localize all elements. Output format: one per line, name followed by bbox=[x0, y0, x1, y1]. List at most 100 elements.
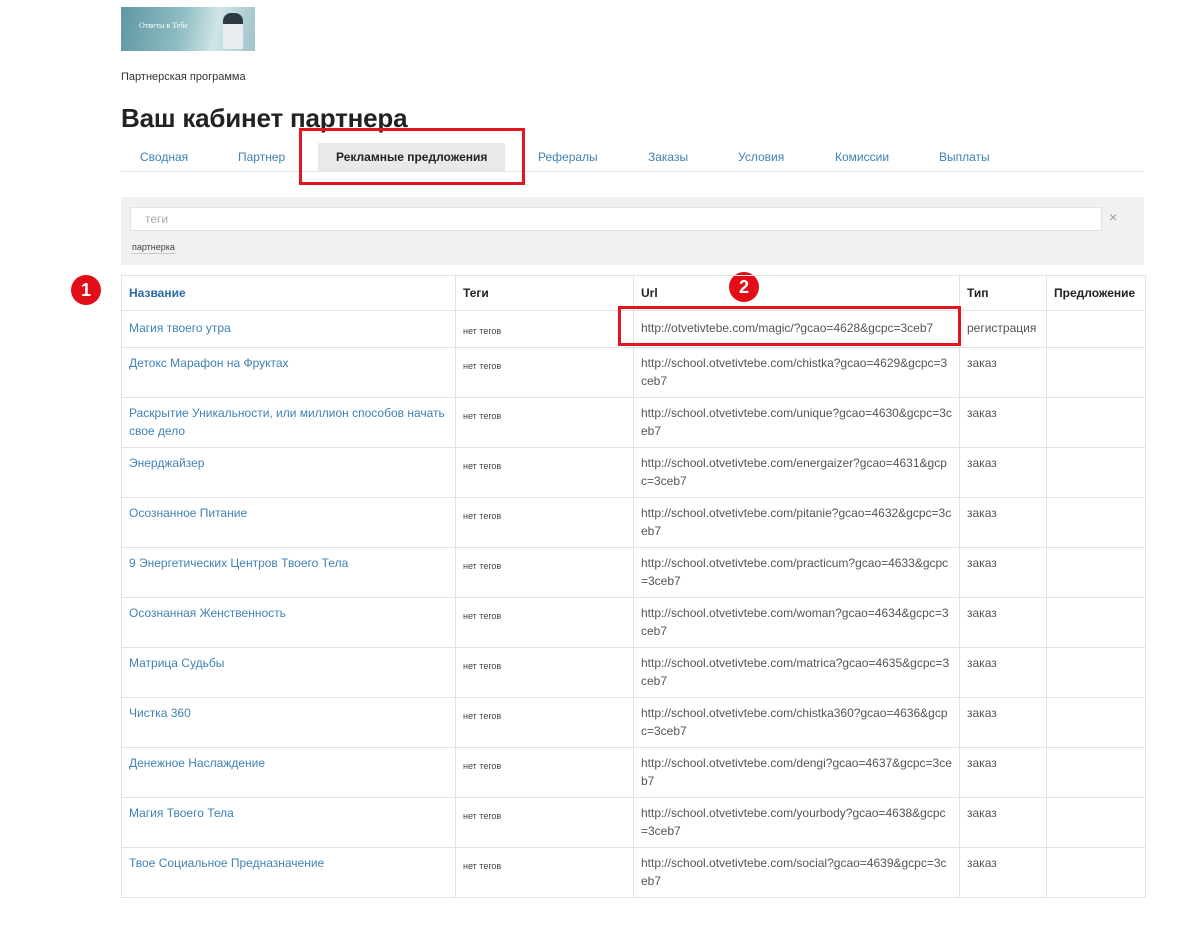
offer-name-cell: Раскрытие Уникальности, или миллион спос… bbox=[121, 397, 456, 448]
offer-url-cell[interactable]: http://school.otvetivtebe.com/energaizer… bbox=[633, 447, 960, 498]
offer-action-cell bbox=[1046, 797, 1146, 848]
offer-name-link[interactable]: Магия Твоего Тела bbox=[129, 806, 234, 820]
column-header-offer: Предложение bbox=[1046, 275, 1146, 311]
table-row: Чистка 360 нет тегов http://school.otvetiv… bbox=[121, 697, 1146, 748]
close-icon[interactable]: × bbox=[1109, 210, 1117, 224]
offer-url-cell[interactable]: http://school.otvetivtebe.com/chistka360… bbox=[633, 697, 960, 748]
column-header-tags: Теги bbox=[455, 275, 634, 311]
offer-tags-cell: нет тегов bbox=[455, 747, 634, 798]
table-header-row: Название Теги Url Тип Предложение bbox=[121, 275, 1146, 311]
table-row: Осознанное Питание нет тегов http://school… bbox=[121, 497, 1146, 548]
offer-name-link[interactable]: Магия твоего утра bbox=[129, 321, 231, 335]
offer-action-cell bbox=[1046, 847, 1146, 898]
offer-tags-cell: нет тегов bbox=[455, 347, 634, 398]
offer-url-cell[interactable]: http://school.otvetivtebe.com/pitanie?gc… bbox=[633, 497, 960, 548]
column-header-type: Тип bbox=[959, 275, 1047, 311]
offer-name-cell: Магия твоего утра bbox=[121, 310, 456, 348]
offer-url-cell[interactable]: http://school.otvetivtebe.com/dengi?gcao… bbox=[633, 747, 960, 798]
offer-type-cell: заказ bbox=[959, 447, 1047, 498]
tab-commissions[interactable]: Комиссии bbox=[835, 143, 889, 171]
offer-tags-cell: нет тегов bbox=[455, 647, 634, 698]
table-row: Магия твоего утра нет тегов http://otvetiv… bbox=[121, 310, 1146, 348]
offer-type-cell: заказ bbox=[959, 747, 1047, 798]
tab-orders[interactable]: Заказы bbox=[648, 143, 688, 171]
table-row: Детокс Марафон на Фруктах нет тегов http:/… bbox=[121, 347, 1146, 398]
offer-name-link[interactable]: Осознанное Питание bbox=[129, 506, 247, 520]
annotation-marker-1: 1 bbox=[71, 275, 101, 305]
offer-action-cell bbox=[1046, 347, 1146, 398]
table-row: Твое Социальное Предназначение нет тегов h… bbox=[121, 847, 1146, 898]
offer-name-link[interactable]: Раскрытие Уникальности, или миллион спос… bbox=[129, 406, 445, 438]
offer-url-cell[interactable]: http://school.otvetivtebe.com/matrica?gc… bbox=[633, 647, 960, 698]
logo-person-image bbox=[223, 13, 243, 49]
offer-type-cell: заказ bbox=[959, 647, 1047, 698]
offer-name-cell: Денежное Наслаждение bbox=[121, 747, 456, 798]
offer-url-cell[interactable]: http://school.otvetivtebe.com/social?gca… bbox=[633, 847, 960, 898]
offer-type-cell: заказ bbox=[959, 597, 1047, 648]
offer-action-cell bbox=[1046, 547, 1146, 598]
offer-name-link[interactable]: Детокс Марафон на Фруктах bbox=[129, 356, 289, 370]
offer-url-cell[interactable]: http://school.otvetivtebe.com/practicum?… bbox=[633, 547, 960, 598]
offer-tags-cell: нет тегов bbox=[455, 397, 634, 448]
offer-tags-cell: нет тегов bbox=[455, 847, 634, 898]
offer-tags-cell: нет тегов bbox=[455, 447, 634, 498]
offer-action-cell bbox=[1046, 447, 1146, 498]
offer-type-cell: заказ bbox=[959, 347, 1047, 398]
offer-url-cell[interactable]: http://school.otvetivtebe.com/unique?gca… bbox=[633, 397, 960, 448]
tab-referrals[interactable]: Рефералы bbox=[538, 143, 598, 171]
tab-partner[interactable]: Партнер bbox=[238, 143, 285, 171]
offer-name-link[interactable]: Твое Социальное Предназначение bbox=[129, 856, 324, 870]
offer-tags-cell: нет тегов bbox=[455, 310, 634, 348]
offer-url-cell[interactable]: http://school.otvetivtebe.com/chistka?gc… bbox=[633, 347, 960, 398]
offer-name-cell: Чистка 360 bbox=[121, 697, 456, 748]
offer-type-cell: заказ bbox=[959, 547, 1047, 598]
table-row: 9 Энергетических Центров Твоего Тела нет … bbox=[121, 547, 1146, 598]
offer-name-link[interactable]: Матрица Судьбы bbox=[129, 656, 224, 670]
offer-type-cell: заказ bbox=[959, 847, 1047, 898]
offer-url-cell[interactable]: http://otvetivtebe.com/magic/?gcao=4628&… bbox=[633, 310, 960, 348]
tab-summary[interactable]: Сводная bbox=[140, 143, 188, 171]
tab-payouts[interactable]: Выплаты bbox=[939, 143, 990, 171]
table-row: Матрица Судьбы нет тегов http://school.otv… bbox=[121, 647, 1146, 698]
tab-ad-offers[interactable]: Рекламные предложения bbox=[318, 143, 506, 171]
offer-name-link[interactable]: Чистка 360 bbox=[129, 706, 191, 720]
tags-search-input[interactable] bbox=[130, 207, 1102, 231]
tab-terms[interactable]: Условия bbox=[738, 143, 784, 171]
offer-name-cell: Магия Твоего Тела bbox=[121, 797, 456, 848]
table-row: Раскрытие Уникальности, или миллион спос… bbox=[121, 397, 1146, 448]
tag-filter-panel: × партнерка bbox=[121, 197, 1144, 265]
table-row: Магия Твоего Тела нет тегов http://school.… bbox=[121, 797, 1146, 848]
offer-type-cell: регистрация bbox=[959, 310, 1047, 348]
offer-tags-cell: нет тегов bbox=[455, 547, 634, 598]
table-row: Энерджайзер нет тегов http://school.otveti… bbox=[121, 447, 1146, 498]
breadcrumb[interactable]: Партнерская программа bbox=[121, 71, 246, 83]
tag-chip-partnerka[interactable]: партнерка bbox=[131, 242, 176, 254]
offer-name-cell: Матрица Судьбы bbox=[121, 647, 456, 698]
offer-name-cell: Энерджайзер bbox=[121, 447, 456, 498]
offer-tags-cell: нет тегов bbox=[455, 697, 634, 748]
offers-table: Название Теги Url Тип Предложение Магия … bbox=[121, 275, 1146, 898]
offer-type-cell: заказ bbox=[959, 797, 1047, 848]
offer-tags-cell: нет тегов bbox=[455, 597, 634, 648]
offer-action-cell bbox=[1046, 747, 1146, 798]
site-logo[interactable]: Ответы в Тебе bbox=[121, 7, 255, 51]
offer-name-link[interactable]: 9 Энергетических Центров Твоего Тела bbox=[129, 556, 348, 570]
offer-name-link[interactable]: Денежное Наслаждение bbox=[129, 756, 265, 770]
offer-url-cell[interactable]: http://school.otvetivtebe.com/yourbody?g… bbox=[633, 797, 960, 848]
offer-action-cell bbox=[1046, 310, 1146, 348]
column-header-name[interactable]: Название bbox=[121, 275, 456, 311]
offer-tags-cell: нет тегов bbox=[455, 797, 634, 848]
offer-type-cell: заказ bbox=[959, 697, 1047, 748]
offer-name-cell: Осознанная Женственность bbox=[121, 597, 456, 648]
offer-action-cell bbox=[1046, 597, 1146, 648]
offer-name-cell: Твое Социальное Предназначение bbox=[121, 847, 456, 898]
column-header-url: Url bbox=[633, 275, 960, 311]
offer-name-link[interactable]: Осознанная Женственность bbox=[129, 606, 286, 620]
page-title: Ваш кабинет партнера bbox=[121, 103, 408, 133]
offer-action-cell bbox=[1046, 647, 1146, 698]
offer-name-link[interactable]: Энерджайзер bbox=[129, 456, 204, 470]
offer-url-cell[interactable]: http://school.otvetivtebe.com/woman?gcao… bbox=[633, 597, 960, 648]
logo-text: Ответы в Тебе bbox=[139, 21, 188, 30]
offer-type-cell: заказ bbox=[959, 497, 1047, 548]
offer-action-cell bbox=[1046, 497, 1146, 548]
